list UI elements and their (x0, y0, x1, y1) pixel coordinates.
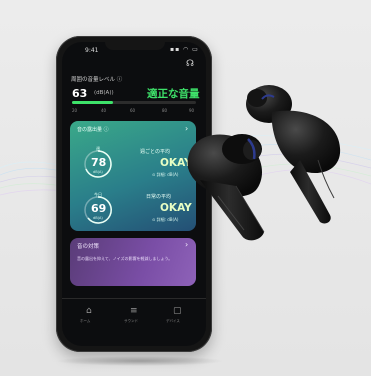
left-earbud (187, 134, 265, 241)
earbuds-image (187, 85, 341, 241)
